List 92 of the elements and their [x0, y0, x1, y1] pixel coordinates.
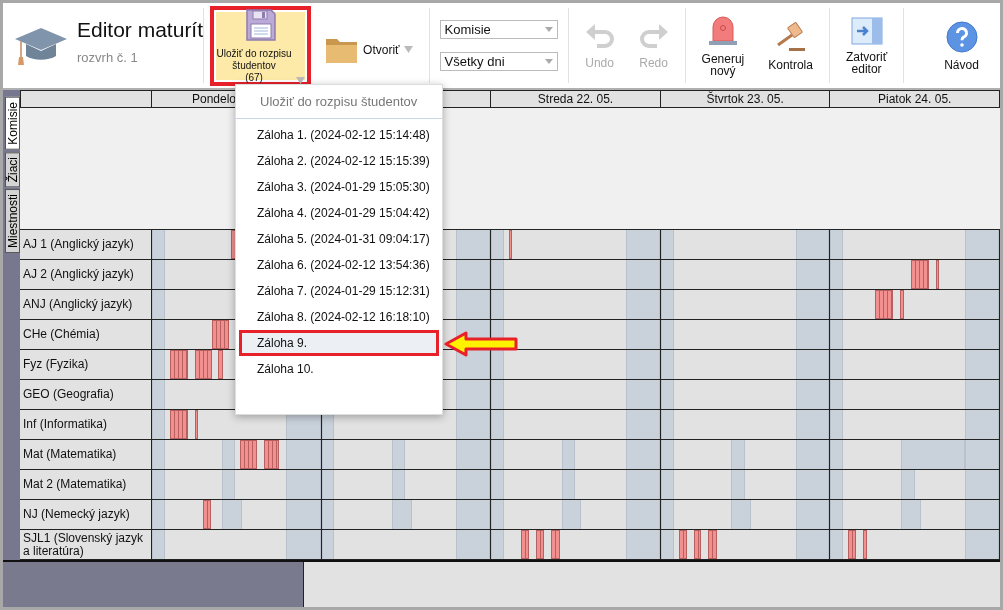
busy-block [965, 350, 999, 379]
busy-block [152, 290, 165, 319]
busy-block [152, 410, 165, 439]
menu-item[interactable]: Záloha 4. (2024-01-29 15:04:42) [239, 200, 439, 226]
side-tab[interactable]: Komisie [5, 97, 20, 150]
subject-label: CHe (Chémia) [20, 320, 152, 350]
caret-icon [544, 59, 553, 64]
busy-block [900, 500, 921, 529]
exam-block [848, 530, 857, 559]
redo-arrow-icon [638, 22, 669, 51]
busy-block [152, 350, 165, 379]
exam-block [194, 410, 198, 439]
exam-block [678, 530, 687, 559]
exam-block [935, 260, 940, 289]
busy-block [152, 260, 165, 289]
day-header: Streda 22. 05. [491, 90, 661, 108]
busy-block [965, 290, 999, 319]
menu-item[interactable]: Záloha 7. (2024-01-29 15:12:31) [239, 278, 439, 304]
app-title: Editor maturít [77, 18, 204, 42]
day-header: Piatok 24. 05. [830, 90, 1000, 108]
close-button[interactable]: Zatvoriť editor [835, 5, 898, 86]
help-button[interactable]: Návod [934, 5, 989, 86]
check-button[interactable]: Kontrola [758, 5, 823, 86]
menu-item[interactable]: Záloha 10. [239, 356, 439, 382]
subject-label: ANJ (Anglický jazyk) [20, 290, 152, 320]
gavel-icon [774, 20, 807, 53]
busy-block [152, 380, 165, 409]
subject-label: GEO (Geografia) [20, 380, 152, 410]
busy-block [731, 470, 746, 499]
exam-block [550, 530, 560, 559]
busy-block [965, 500, 999, 529]
exam-block [264, 440, 279, 469]
exam-block [910, 260, 929, 289]
exam-block [520, 530, 529, 559]
subject-label: Mat 2 (Matematika) [20, 470, 152, 500]
busy-block [392, 440, 405, 469]
busy-block [222, 440, 236, 469]
exam-block [509, 230, 512, 259]
exam-block [535, 530, 544, 559]
busy-block [965, 530, 999, 559]
side-tab[interactable]: Miestnosti [5, 189, 20, 254]
dropdown-select[interactable]: Komisie [439, 20, 558, 39]
day-header: Štvrtok 23. 05. [660, 90, 831, 108]
exam-block [240, 440, 258, 469]
caret-icon [544, 27, 553, 32]
exam-block [169, 410, 188, 439]
busy-block [965, 260, 999, 289]
subject-label: SJL1 (Slovenský jazyk a literatúra) [20, 530, 152, 560]
exam-block [693, 530, 702, 559]
subject-label: NJ (Nemecký jazyk) [20, 500, 152, 530]
menu-item[interactable]: Záloha 8. (2024-02-12 16:18:10) [239, 304, 439, 330]
busy-block [152, 230, 165, 259]
subject-label: AJ 1 (Anglický jazyk) [20, 230, 152, 260]
busy-block [731, 500, 752, 529]
exam-block [169, 350, 188, 379]
generate-button[interactable]: Generuj nový [691, 5, 755, 86]
busy-block [965, 380, 999, 409]
exam-block [202, 500, 211, 529]
busy-block [152, 440, 165, 469]
menu-item[interactable]: Záloha 3. (2024-01-29 15:05:30) [239, 174, 439, 200]
undo-arrow-icon [584, 22, 615, 51]
menu-item[interactable]: Záloha 6. (2024-02-12 13:54:36) [239, 252, 439, 278]
schedule-subtitle: rozvrh č. 1 [77, 50, 139, 65]
exam-block [899, 290, 904, 319]
subject-label: AJ 2 (Anglický jazyk) [20, 260, 152, 290]
busy-block [965, 230, 999, 259]
exam-block [875, 290, 893, 319]
menu-item[interactable]: Záloha 5. (2024-01-31 09:04:17) [239, 226, 439, 252]
busy-block [152, 320, 165, 349]
busy-block [152, 500, 165, 529]
save-button[interactable]: Uložiť do rozpisu študentov (67) [210, 5, 312, 86]
busy-block [731, 440, 746, 469]
busy-block [561, 470, 576, 499]
busy-block [152, 470, 165, 499]
subject-label: Fyz (Fyzika) [20, 350, 152, 380]
exam-block [194, 350, 213, 379]
exit-door-icon [850, 16, 883, 45]
menu-item[interactable]: Záloha 2. (2024-02-12 15:15:39) [239, 148, 439, 174]
busy-block [561, 440, 576, 469]
help-icon [945, 20, 978, 53]
side-tab[interactable]: Žiaci [5, 151, 20, 188]
subject-label: Inf (Informatika) [20, 410, 152, 440]
exam-block [863, 530, 868, 559]
busy-block [152, 530, 165, 559]
dropdown-select[interactable]: Všetky dni [439, 52, 558, 71]
subject-label: Mat (Matematika) [20, 440, 152, 470]
siren-icon [706, 14, 739, 47]
menu-heading: Uložiť do rozpisu študentov [236, 85, 442, 119]
menu-item[interactable]: Záloha 1. (2024-02-12 15:14:48) [239, 122, 439, 148]
busy-block [965, 320, 999, 349]
exam-block [708, 530, 718, 559]
busy-block [561, 500, 582, 529]
